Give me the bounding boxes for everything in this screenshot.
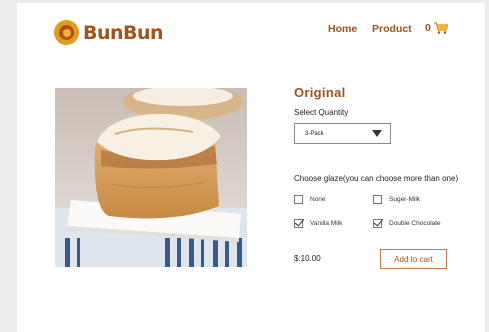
checkbox-icon[interactable] xyxy=(373,195,382,204)
glaze-option-label: None xyxy=(310,196,326,203)
quantity-select[interactable]: 3-Pack xyxy=(294,123,391,144)
nav-product-link[interactable]: Product xyxy=(372,23,412,35)
nav-home-link[interactable]: Home xyxy=(328,23,357,35)
cart-count: 0 xyxy=(425,22,431,34)
cart-button[interactable]: 0 xyxy=(425,20,449,36)
brand-logo[interactable]: BunBun xyxy=(54,20,164,45)
glaze-option-label: Double Chocolate xyxy=(389,220,441,227)
product-price: $:10.00 xyxy=(294,254,321,263)
product-page: BunBun Home Product 0 Original Select Qu… xyxy=(17,3,485,332)
cinnamon-roll-photo xyxy=(55,88,247,267)
checkbox-checked-icon[interactable] xyxy=(373,219,382,228)
glaze-option-none[interactable]: None xyxy=(294,195,326,204)
glaze-option-vanilla-milk[interactable]: Vanilla Milk xyxy=(294,219,342,228)
triangle-down-icon xyxy=(372,130,382,137)
product-image xyxy=(55,88,247,267)
brand-name: BunBun xyxy=(83,21,164,44)
quantity-label: Select Quantity xyxy=(294,108,349,117)
product-title: Original xyxy=(294,85,346,100)
checkbox-icon[interactable] xyxy=(294,195,303,204)
glaze-label: Choose glaze(you can choose more than on… xyxy=(294,174,459,183)
shopping-cart-icon xyxy=(433,22,449,34)
cinnamon-roll-logo-icon xyxy=(54,20,79,45)
glaze-option-double-chocolate[interactable]: Double Chocolate xyxy=(373,219,441,228)
glaze-option-label: Suger-Milk xyxy=(389,196,421,203)
quantity-selected-value: 3-Pack xyxy=(305,131,324,137)
glaze-option-suger-milk[interactable]: Suger-Milk xyxy=(373,195,420,204)
glaze-option-label: Vanilla Milk xyxy=(310,220,343,227)
add-to-cart-button[interactable]: Add to cart xyxy=(380,249,447,269)
checkbox-checked-icon[interactable] xyxy=(294,219,303,228)
